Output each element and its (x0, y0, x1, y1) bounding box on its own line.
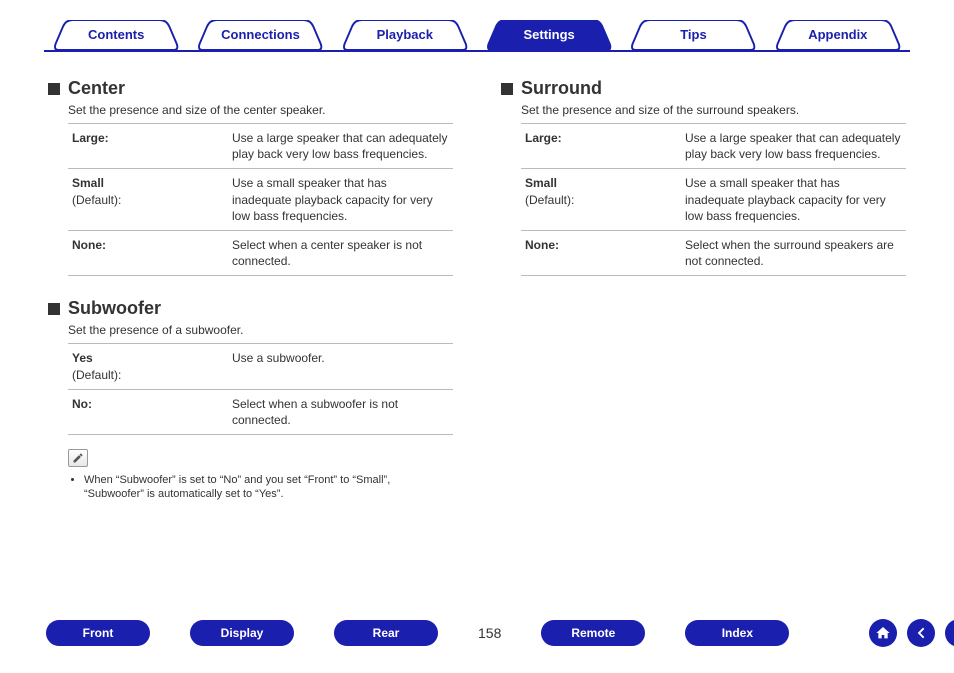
table-row: No: Select when a subwoofer is not conne… (68, 390, 453, 435)
table-row: Yes (Default): Use a subwoofer. (68, 344, 453, 389)
tab-label: Contents (88, 27, 144, 42)
option-label: None: (525, 237, 685, 269)
bullet-icon (48, 83, 60, 95)
option-label: Large: (525, 130, 685, 162)
option-desc: Use a large speaker that can adequately … (685, 130, 902, 162)
table-row: Large: Use a large speaker that can adeq… (68, 124, 453, 169)
option-desc: Select when a subwoofer is not connected… (232, 396, 449, 428)
option-desc: Select when the surround speakers are no… (685, 237, 902, 269)
tab-connections[interactable]: Connections (188, 20, 332, 50)
option-desc: Use a subwoofer. (232, 350, 449, 382)
tab-label: Playback (377, 27, 433, 42)
section-desc-center: Set the presence and size of the center … (68, 103, 453, 117)
center-options-table: Large: Use a large speaker that can adeq… (68, 123, 453, 276)
table-row: Large: Use a large speaker that can adeq… (521, 124, 906, 169)
remote-button[interactable]: Remote (541, 620, 645, 646)
section-title-subwoofer: Subwoofer (68, 298, 161, 319)
bullet-icon (501, 83, 513, 95)
option-desc: Use a large speaker that can adequately … (232, 130, 449, 162)
option-label: Large: (72, 130, 232, 162)
table-row: None: Select when the surround speakers … (521, 231, 906, 276)
tab-settings[interactable]: Settings (477, 20, 621, 50)
table-row: Small (Default): Use a small speaker tha… (521, 169, 906, 231)
tab-contents[interactable]: Contents (44, 20, 188, 50)
tab-label: Connections (221, 27, 300, 42)
page-number: 158 (478, 625, 501, 641)
tab-playback[interactable]: Playback (333, 20, 477, 50)
display-button[interactable]: Display (190, 620, 294, 646)
option-label: Small (Default): (72, 175, 232, 224)
tab-label: Settings (524, 27, 575, 42)
section-desc-surround: Set the presence and size of the surroun… (521, 103, 906, 117)
next-page-icon[interactable] (945, 619, 954, 647)
tab-appendix[interactable]: Appendix (766, 20, 910, 50)
subwoofer-note: When “Subwoofer” is set to “No” and you … (72, 473, 453, 502)
tab-label: Tips (680, 27, 707, 42)
top-tabs: Contents Connections Playback Settings T… (28, 0, 926, 50)
option-label: None: (72, 237, 232, 269)
index-button[interactable]: Index (685, 620, 789, 646)
table-row: Small (Default): Use a small speaker tha… (68, 169, 453, 231)
home-icon[interactable] (869, 619, 897, 647)
front-panel-button[interactable]: Front panel (46, 620, 150, 646)
prev-page-icon[interactable] (907, 619, 935, 647)
section-title-surround: Surround (521, 78, 602, 99)
section-desc-subwoofer: Set the presence of a subwoofer. (68, 323, 453, 337)
bullet-icon (48, 303, 60, 315)
option-desc: Use a small speaker that has inadequate … (685, 175, 902, 224)
rear-panel-button[interactable]: Rear panel (334, 620, 438, 646)
tab-label: Appendix (808, 27, 867, 42)
footer-nav: Front panel Display Rear panel 158 Remot… (0, 619, 954, 647)
surround-options-table: Large: Use a large speaker that can adeq… (521, 123, 906, 276)
section-title-center: Center (68, 78, 125, 99)
subwoofer-options-table: Yes (Default): Use a subwoofer. No: Sele… (68, 343, 453, 435)
table-row: None: Select when a center speaker is no… (68, 231, 453, 276)
tab-tips[interactable]: Tips (621, 20, 765, 50)
option-label: Yes (Default): (72, 350, 232, 382)
option-desc: Use a small speaker that has inadequate … (232, 175, 449, 224)
option-label: No: (72, 396, 232, 428)
option-label: Small (Default): (525, 175, 685, 224)
pencil-icon (68, 449, 88, 467)
option-desc: Select when a center speaker is not conn… (232, 237, 449, 269)
note-item: When “Subwoofer” is set to “No” and you … (84, 473, 453, 502)
